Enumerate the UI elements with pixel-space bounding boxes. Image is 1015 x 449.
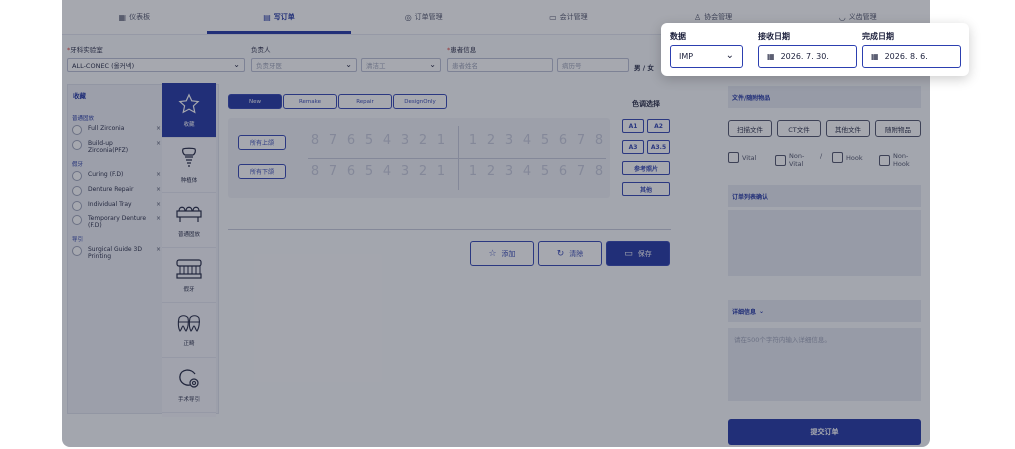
calendar-icon: ▦	[871, 52, 879, 61]
complete-date-label: 完成日期	[862, 32, 894, 41]
calendar-icon: ▦	[767, 52, 775, 61]
order-info-popup: 数据 IMP ⌄ 接收日期 ▦ 2026. 7. 30. 完成日期 ▦ 2026. 8…	[661, 23, 969, 76]
complete-date-input[interactable]: ▦ 2026. 8. 6.	[862, 45, 961, 68]
receive-date-label: 接收日期	[758, 32, 790, 41]
data-select[interactable]: IMP ⌄	[670, 45, 743, 68]
data-label: 数据	[670, 32, 686, 41]
receive-date-input[interactable]: ▦ 2026. 7. 30.	[758, 45, 857, 68]
chevron-down-icon: ⌄	[725, 50, 734, 61]
